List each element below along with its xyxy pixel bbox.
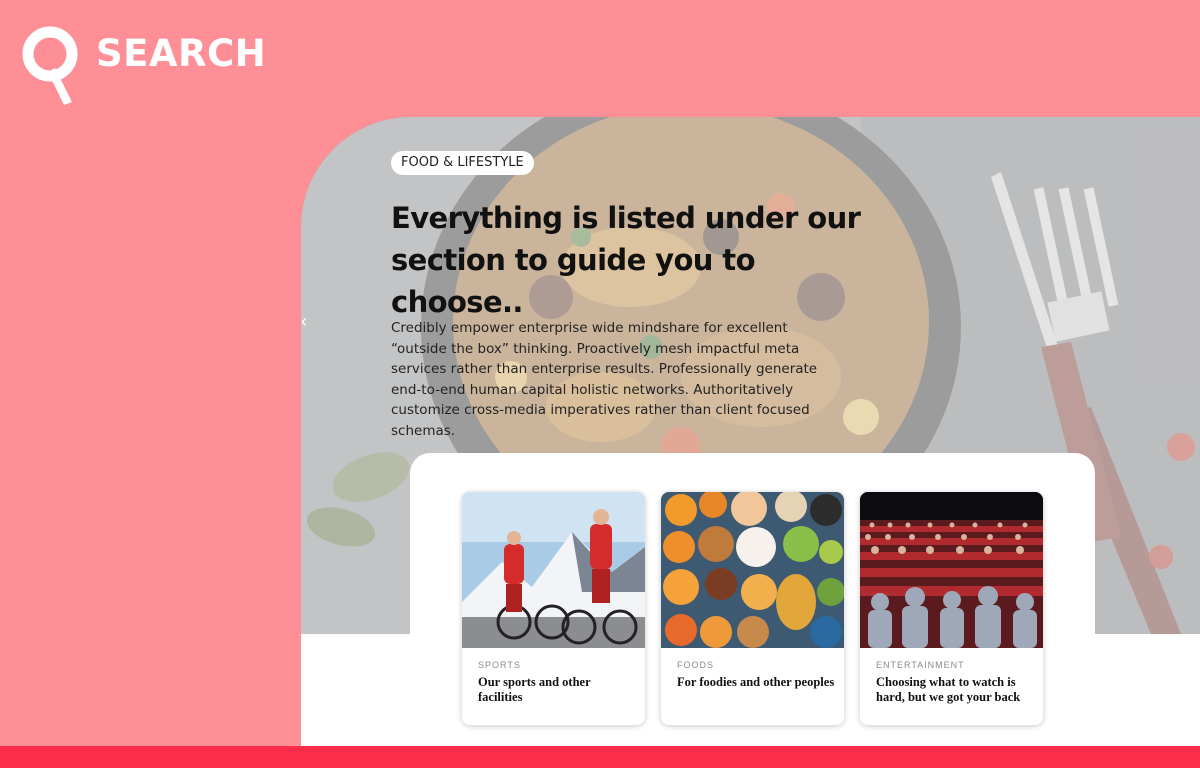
brand-name: SEARCH [96,31,267,75]
card-sports[interactable]: SPORTS Our sports and other facilities [462,492,645,725]
card-title[interactable]: For foodies and other peoples [677,675,835,690]
card-foods[interactable]: FOODS For foodies and other peoples [661,492,844,725]
fruits-sweets-image [661,492,844,648]
cyclists-image [462,492,645,648]
hero-description: Credibly empower enterprise wide mindsha… [391,320,818,439]
carousel-prev-icon[interactable]: ‹ [301,309,311,333]
cinema-audience-image [860,492,1043,648]
card-category: FOODS [677,660,715,670]
footer-bar [0,746,1200,768]
card-category: ENTERTAINMENT [876,660,965,670]
card-title[interactable]: Choosing what to watch is hard, but we g… [876,675,1034,704]
brand-logo[interactable]: SEARCH [22,24,266,106]
category-badge[interactable]: FOOD & LIFESTYLE [391,151,534,175]
card-entertainment[interactable]: ENTERTAINMENT Choosing what to watch is … [860,492,1043,725]
card-title[interactable]: Our sports and other facilities [478,675,636,704]
card-category: SPORTS [478,660,521,670]
search-magnifier-q-icon [22,26,78,105]
hero-title: Everything is listed under our section t… [391,201,861,319]
